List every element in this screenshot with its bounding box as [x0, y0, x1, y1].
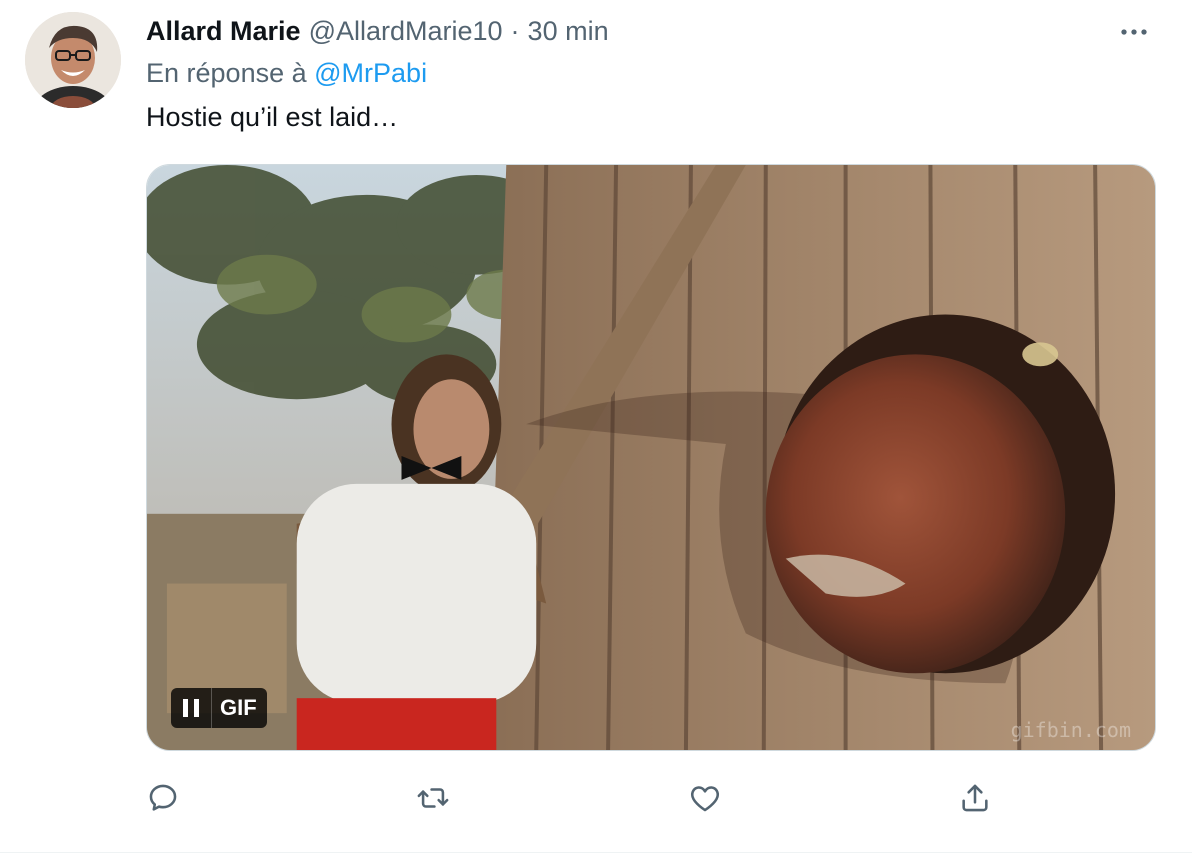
reply-button[interactable] [141, 776, 185, 820]
share-button[interactable] [953, 776, 997, 820]
retweet-button[interactable] [411, 776, 455, 820]
tweet-divider [0, 852, 1192, 853]
tweet-text: Hostie qu’il est laid… [146, 102, 399, 132]
reply-icon [149, 784, 177, 811]
author-avatar[interactable] [25, 12, 121, 108]
share-icon [962, 784, 988, 812]
avatar-image [25, 12, 121, 108]
separator-dot: · [510, 15, 520, 46]
pause-icon [183, 699, 188, 717]
gif-frame-image [147, 165, 1155, 750]
tweet-gif-media[interactable]: GIF gifbin.com [146, 164, 1156, 751]
heart-icon [691, 786, 719, 812]
gif-badge: GIF [220, 695, 257, 720]
gif-controls: GIF [171, 688, 267, 728]
reply-context: En réponse à @MrPabi [146, 58, 427, 89]
tweet-timestamp[interactable]: 30 min [528, 16, 609, 47]
reply-prefix: En réponse à [146, 58, 307, 88]
pause-button[interactable] [171, 688, 212, 728]
reply-mention-link[interactable]: @MrPabi [314, 58, 427, 88]
author-handle[interactable]: @AllardMarie10 [309, 16, 503, 47]
more-options-button[interactable] [1116, 18, 1152, 46]
tweet-header: Allard Marie @AllardMarie10 · 30 min [146, 14, 609, 48]
gif-watermark: gifbin.com [1010, 718, 1131, 742]
like-button[interactable] [683, 776, 727, 820]
retweet-icon [417, 788, 449, 808]
tweet[interactable]: Allard Marie @AllardMarie10 · 30 min En … [0, 0, 1192, 854]
author-display-name[interactable]: Allard Marie [146, 16, 301, 47]
tweet-actions [146, 776, 1026, 820]
more-horizontal-icon [1121, 29, 1147, 35]
